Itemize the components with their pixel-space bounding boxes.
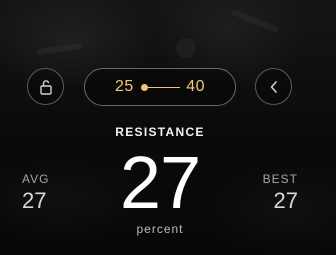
best-value: 27: [273, 188, 298, 213]
lock-button[interactable]: [27, 68, 64, 105]
target-range-selector[interactable]: 25 40: [84, 68, 236, 106]
background-shape: [35, 42, 83, 56]
avg-value: 27: [22, 188, 47, 213]
background-shape: [230, 8, 280, 34]
metric-title: RESISTANCE: [115, 125, 205, 139]
range-track: [144, 87, 180, 88]
background-shape: [176, 38, 196, 58]
range-max-value: 40: [186, 78, 205, 95]
chevron-left-icon: [270, 80, 277, 93]
workout-metric-screen: 25 40 RESISTANCE 27 percent AVG 27 BEST …: [0, 0, 336, 255]
best-label: BEST: [262, 172, 298, 186]
unlocked-lock-icon: [39, 79, 52, 95]
range-min-value: 25: [115, 78, 134, 95]
avg-label: AVG: [22, 172, 50, 186]
back-button[interactable]: [255, 68, 292, 105]
metric-unit: percent: [136, 222, 184, 236]
range-knob[interactable]: [141, 84, 148, 91]
